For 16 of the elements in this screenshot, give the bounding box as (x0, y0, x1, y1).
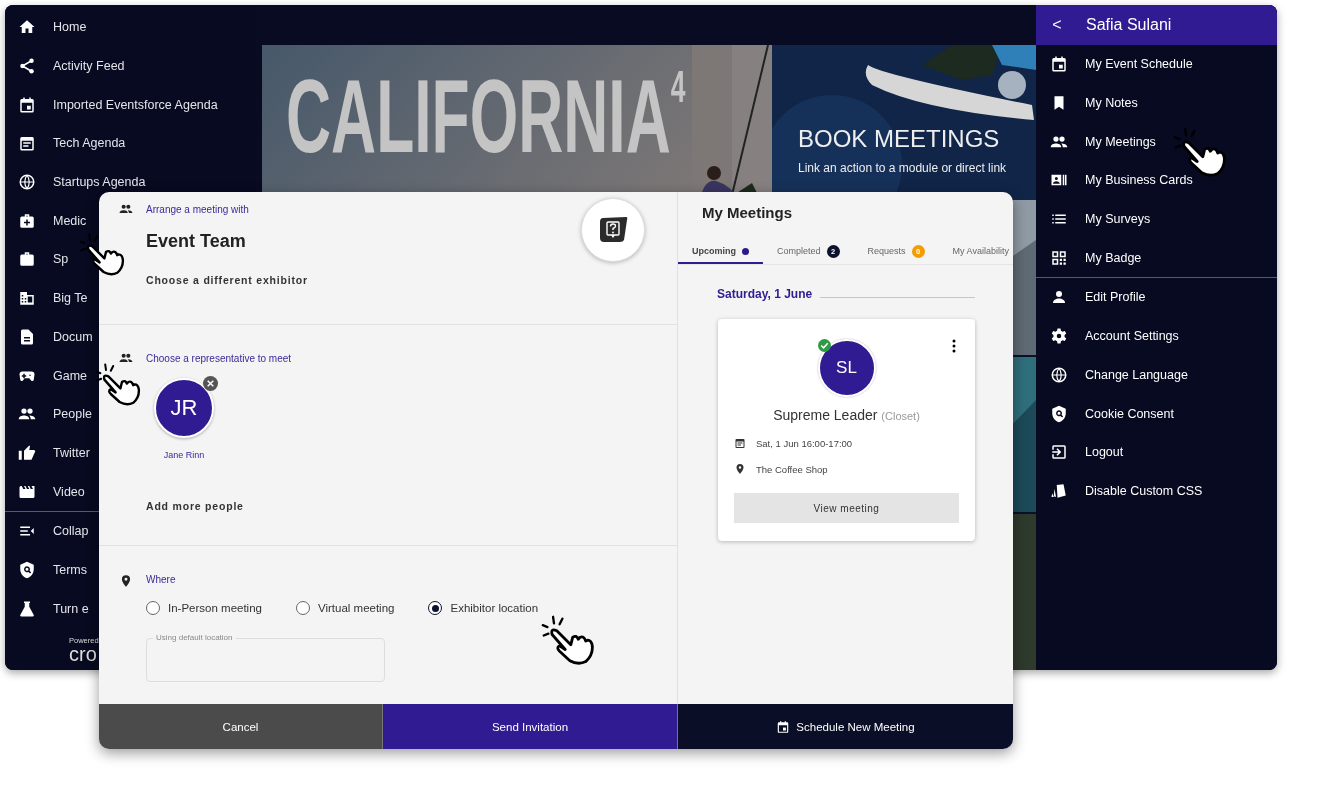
section-label: Where (146, 574, 176, 585)
tile-heading: BOOK MEETINGS (798, 125, 1001, 153)
panel-title: My Meetings (702, 204, 793, 221)
user-name: Safia Sulani (1086, 16, 1172, 34)
person-name: Jane Rinn (163, 450, 205, 460)
tile-text: Link an action to a module or direct link (798, 161, 1007, 175)
meeting-place: The Coffee Shop (756, 463, 828, 475)
brand-logo: cro (69, 645, 97, 663)
section-label: Arrange a meeting with (146, 204, 249, 215)
attendee-name: Supreme Leader (Closet) (772, 407, 921, 423)
meeting-time: Sat, 1 Jun 16:00-17:00 (756, 437, 853, 449)
avatar: SL (817, 339, 876, 397)
banner-title: CALIFORNIA$^{4}$ (286, 59, 687, 175)
section-label: Choose a representative to meet (146, 353, 292, 364)
date-heading: Saturday, 1 June (717, 287, 813, 301)
exhibitor-name: Event Team (146, 231, 246, 252)
